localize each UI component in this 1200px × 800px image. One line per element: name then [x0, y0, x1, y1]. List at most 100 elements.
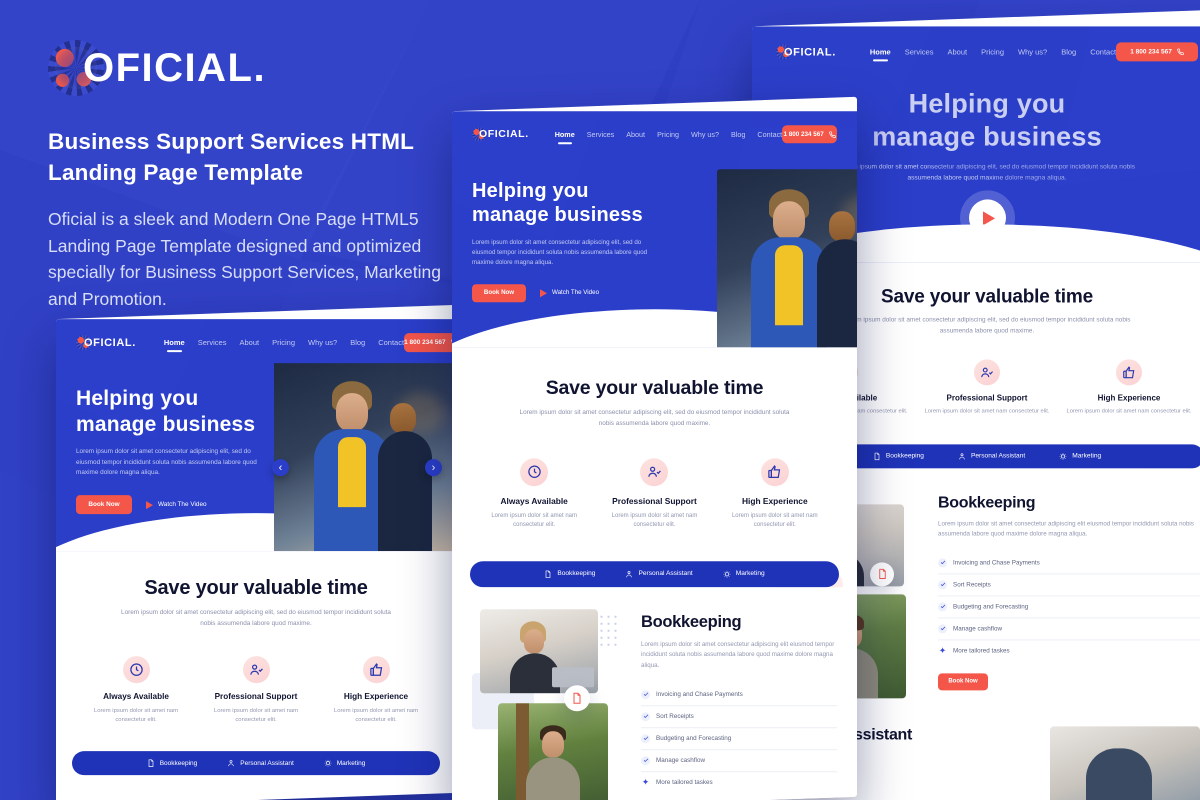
service-photo-secondary — [498, 702, 608, 800]
phone-cta-button[interactable]: 1 800 234 567 — [404, 333, 456, 353]
list-item[interactable]: ✦ More tailored taskes — [938, 640, 1200, 661]
list-item[interactable]: Manage cashflow — [641, 750, 837, 773]
check-circle-icon — [938, 623, 947, 633]
check-circle-icon — [938, 557, 947, 567]
list-item-label: Sort Receipts — [656, 713, 694, 721]
feature-text: Lorem ipsum dolor sit amet nam consectet… — [93, 707, 179, 724]
center-values-subtitle: Lorem ipsum dolor sit amet consectetur a… — [519, 409, 790, 427]
left-nav-logo[interactable]: OFICIAL. — [76, 335, 136, 351]
hero-book-now-button[interactable]: Book Now — [76, 495, 132, 515]
tab-bookkeeping[interactable]: Bookkeeping — [147, 759, 197, 768]
list-item[interactable]: Sort Receipts — [641, 706, 837, 729]
hero-book-now-button[interactable]: Book Now — [472, 284, 526, 303]
nav-item-contact[interactable]: Contact — [378, 338, 404, 347]
photo-person2-head — [829, 211, 855, 242]
thumbs-up-icon — [369, 662, 382, 676]
nav-item-contact[interactable]: Contact — [757, 130, 782, 139]
megaphone-icon — [324, 760, 332, 767]
left-nav-links: Home Services About Pricing Why us? Blog… — [164, 338, 404, 347]
photo-person2-head — [390, 403, 416, 434]
document-icon — [878, 569, 886, 580]
mockup-bottom-left: OFICIAL. Home Services About Pricing Why… — [56, 304, 456, 800]
document-icon — [148, 759, 154, 768]
phone-cta-button[interactable]: 1 800 234 567 — [1116, 42, 1198, 62]
carousel-next-button[interactable]: › — [425, 459, 442, 477]
nav-item-services[interactable]: Services — [587, 130, 615, 139]
list-item[interactable]: Invoicing and Chase Payments — [938, 551, 1200, 574]
right-navbar: OFICIAL. Home Services About Pricing Why… — [776, 42, 1198, 62]
nav-item-about[interactable]: About — [239, 338, 259, 347]
center-service-tabs: Bookkeeping Personal Assistant Marketing — [470, 560, 839, 587]
nav-item-home[interactable]: Home — [164, 338, 185, 347]
feature-title: Professional Support — [214, 691, 298, 701]
nav-item-why-us[interactable]: Why us? — [1018, 47, 1047, 56]
nav-item-home[interactable]: Home — [555, 130, 575, 139]
tab-marketing[interactable]: Marketing — [723, 570, 765, 578]
feature-title: Professional Support — [946, 392, 1028, 402]
nav-item-contact[interactable]: Contact — [1090, 47, 1116, 56]
tab-personal-assistant[interactable]: Personal Assistant — [958, 452, 1025, 460]
play-icon — [146, 501, 153, 510]
phone-cta-button[interactable]: 1 800 234 567 — [782, 125, 837, 144]
list-item[interactable]: Invoicing and Chase Payments — [641, 684, 837, 707]
user-check-icon-wrap — [242, 655, 270, 683]
center-hero-title: Helping you manage business — [472, 179, 672, 228]
watch-video-link[interactable]: Watch The Video — [146, 501, 207, 510]
nav-item-why-us[interactable]: Why us? — [308, 338, 337, 347]
nav-item-blog[interactable]: Blog — [1061, 47, 1076, 56]
list-item[interactable]: ✦ More tailored taskes — [641, 772, 837, 793]
tab-label: Bookkeeping — [557, 570, 596, 578]
nav-item-pricing[interactable]: Pricing — [657, 130, 679, 139]
service-book-now-button[interactable]: Book Now — [938, 672, 988, 690]
brand-logo-text: OFICIAL. — [83, 45, 267, 90]
nav-item-why-us[interactable]: Why us? — [691, 130, 719, 139]
tab-bookkeeping[interactable]: Bookkeeping — [873, 452, 924, 460]
photo-person-head — [542, 730, 564, 757]
photo-person2-body — [817, 239, 857, 348]
center-nav-links: Home Services About Pricing Why us? Blog… — [555, 130, 782, 139]
tab-personal-assistant[interactable]: Personal Assistant — [227, 760, 294, 768]
nav-item-services[interactable]: Services — [905, 47, 934, 56]
center-hero-paragraph: Lorem ipsum dolor sit amet consectetur a… — [472, 239, 648, 267]
check-circle-icon — [641, 756, 650, 766]
phone-icon — [1177, 48, 1184, 56]
document-badge — [564, 684, 590, 711]
tab-marketing[interactable]: Marketing — [324, 760, 365, 768]
nav-item-home[interactable]: Home — [870, 47, 891, 56]
promo-panel: OFICIAL. Business Support Services HTML … — [48, 40, 448, 312]
feature-card: High Experience Lorem ipsum dolor sit am… — [320, 655, 432, 726]
list-item[interactable]: Manage cashflow — [938, 617, 1200, 640]
nav-item-pricing[interactable]: Pricing — [272, 338, 295, 347]
center-nav-logo-text: OFICIAL. — [479, 128, 529, 141]
clock-icon-wrap — [122, 655, 150, 683]
left-nav-logo-text: OFICIAL. — [84, 336, 136, 349]
feature-card: Always Available Lorem ipsum dolor sit a… — [478, 457, 590, 531]
service-photo-primary — [480, 608, 598, 693]
left-hero-title: Helping you manage business — [76, 386, 291, 437]
thumbs-up-icon-wrap — [760, 457, 789, 486]
photo-person2-body — [378, 431, 432, 552]
nav-item-blog[interactable]: Blog — [731, 130, 745, 139]
list-item[interactable]: Budgeting and Forecasting — [641, 728, 837, 751]
list-item[interactable]: Sort Receipts — [938, 573, 1200, 596]
list-item[interactable]: Budgeting and Forecasting — [938, 595, 1200, 618]
document-icon — [573, 692, 581, 704]
user-check-icon — [648, 466, 661, 477]
nav-item-blog[interactable]: Blog — [350, 338, 365, 347]
right-nav-logo[interactable]: OFICIAL. — [776, 44, 836, 60]
watch-video-label: Watch The Video — [158, 501, 207, 509]
watch-video-label: Watch The Video — [552, 289, 600, 297]
carousel-prev-button[interactable]: ‹ — [272, 459, 289, 477]
left-hero-title-line2: manage business — [76, 412, 256, 436]
center-nav-logo[interactable]: OFICIAL. — [472, 127, 529, 142]
nav-item-about[interactable]: About — [626, 130, 645, 139]
nav-item-about[interactable]: About — [947, 47, 967, 56]
thumbs-up-icon — [768, 465, 781, 478]
nav-item-pricing[interactable]: Pricing — [981, 47, 1004, 56]
nav-item-services[interactable]: Services — [198, 338, 227, 347]
tab-marketing[interactable]: Marketing — [1059, 452, 1101, 460]
watch-video-link[interactable]: Watch The Video — [540, 289, 600, 298]
tab-bookkeeping[interactable]: Bookkeeping — [544, 570, 595, 578]
brand-logo: OFICIAL. — [48, 40, 448, 96]
tab-personal-assistant[interactable]: Personal Assistant — [625, 570, 693, 578]
